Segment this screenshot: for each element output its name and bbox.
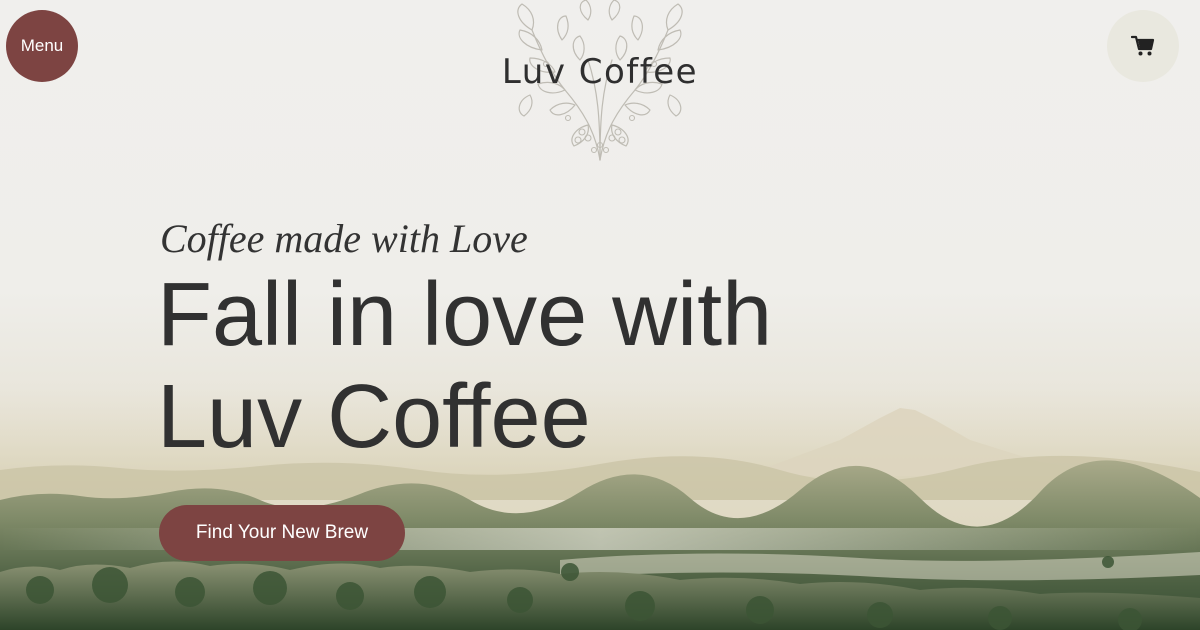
shopping-cart-icon (1131, 35, 1155, 56)
hero-headline-line-2: Luv Coffee (157, 367, 591, 467)
brand-logo[interactable]: Luv Coffee (470, 0, 730, 165)
menu-button[interactable]: Menu (6, 10, 78, 82)
brand-name: Luv Coffee (501, 52, 699, 92)
cart-button[interactable] (1107, 10, 1179, 82)
hero-tagline: Coffee made with Love (160, 216, 528, 261)
hero-headline: Fall in love with Luv Coffee (157, 264, 772, 468)
find-your-new-brew-button[interactable]: Find Your New Brew (159, 505, 405, 561)
hero-headline-line-1: Fall in love with (157, 265, 773, 365)
